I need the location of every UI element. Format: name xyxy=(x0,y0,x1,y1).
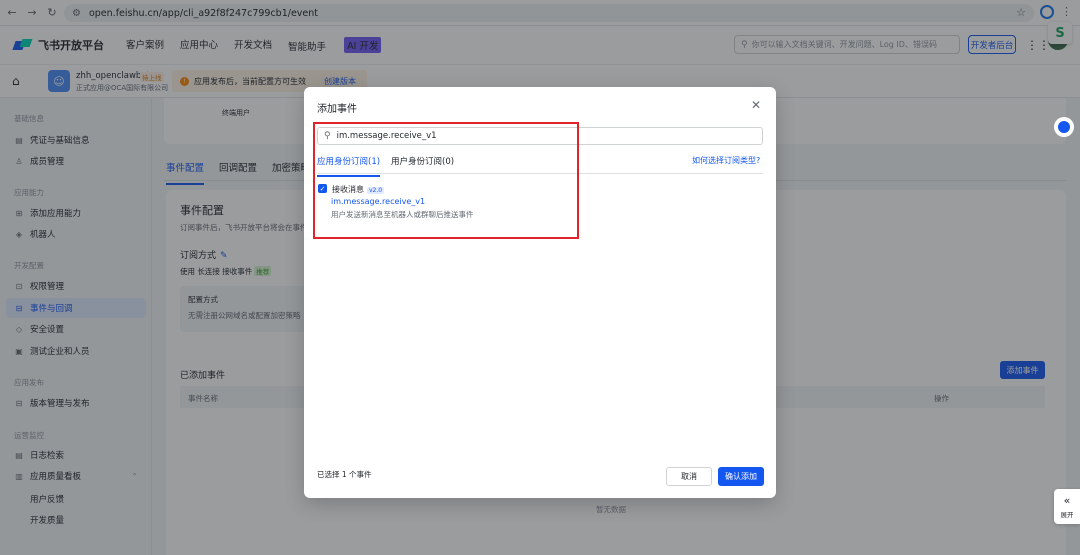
highlight-box xyxy=(313,122,579,239)
cancel-button[interactable]: 取消 xyxy=(666,467,712,486)
close-icon[interactable]: ✕ xyxy=(751,98,761,112)
selected-count: 已选择 1 个事件 xyxy=(317,470,372,479)
help-link[interactable]: 如何选择订阅类型? xyxy=(692,155,760,166)
expand-panel-button[interactable]: « 展开 xyxy=(1054,489,1080,524)
dialog-title: 添加事件 xyxy=(317,104,357,115)
assistant-float-icon[interactable] xyxy=(1054,117,1074,137)
expand-label: 展开 xyxy=(1060,510,1074,519)
confirm-add-button[interactable]: 确认添加 xyxy=(718,467,764,486)
double-chevron-left-icon: « xyxy=(1063,493,1071,507)
